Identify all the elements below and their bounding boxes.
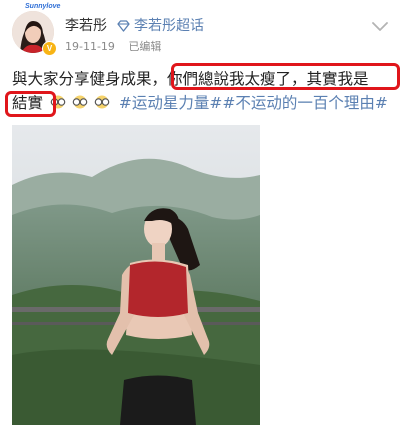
glasses-emoji-icon [72,95,88,109]
supertopic-link[interactable]: 李若彤超话 [117,18,204,34]
post-meta: 19-11-19 已编辑 [65,40,161,53]
chevron-down-icon[interactable] [371,20,389,32]
supertopic-diamond-icon [117,20,130,32]
author-name[interactable]: 李若彤 [65,18,107,34]
post-text-line-2: 結實 #运动星力量##不运动的一百个理由# [12,91,388,115]
post-photo-image [12,125,260,425]
post-header: Sunnylove V 李若彤 李若彤超话 19-11-19 已编辑 [0,0,403,62]
glasses-emoji-icon [50,95,66,109]
text-highlight-2: 結實 [12,94,44,112]
verified-v-icon: V [42,41,57,56]
text-intro: 與大家分享健身成果， [12,70,168,88]
hashtag-link[interactable]: #运动星力量# [119,94,222,112]
post-photo[interactable] [12,125,260,425]
text-highlight-1: 你們總說我太瘦了，其實我是 [167,70,369,88]
emoji-group [48,94,119,112]
post-date: 19-11-19 [65,40,115,53]
post-text-line-1: 與大家分享健身成果，你們總說我太瘦了，其實我是 [12,67,369,91]
hashtag-link[interactable]: #不运动的一百个理由# [222,94,387,112]
edited-label: 已编辑 [128,40,162,53]
avatar-sticker-text: Sunnylove [25,3,61,10]
supertopic-label: 李若彤超话 [134,18,204,34]
glasses-emoji-icon [94,95,110,109]
